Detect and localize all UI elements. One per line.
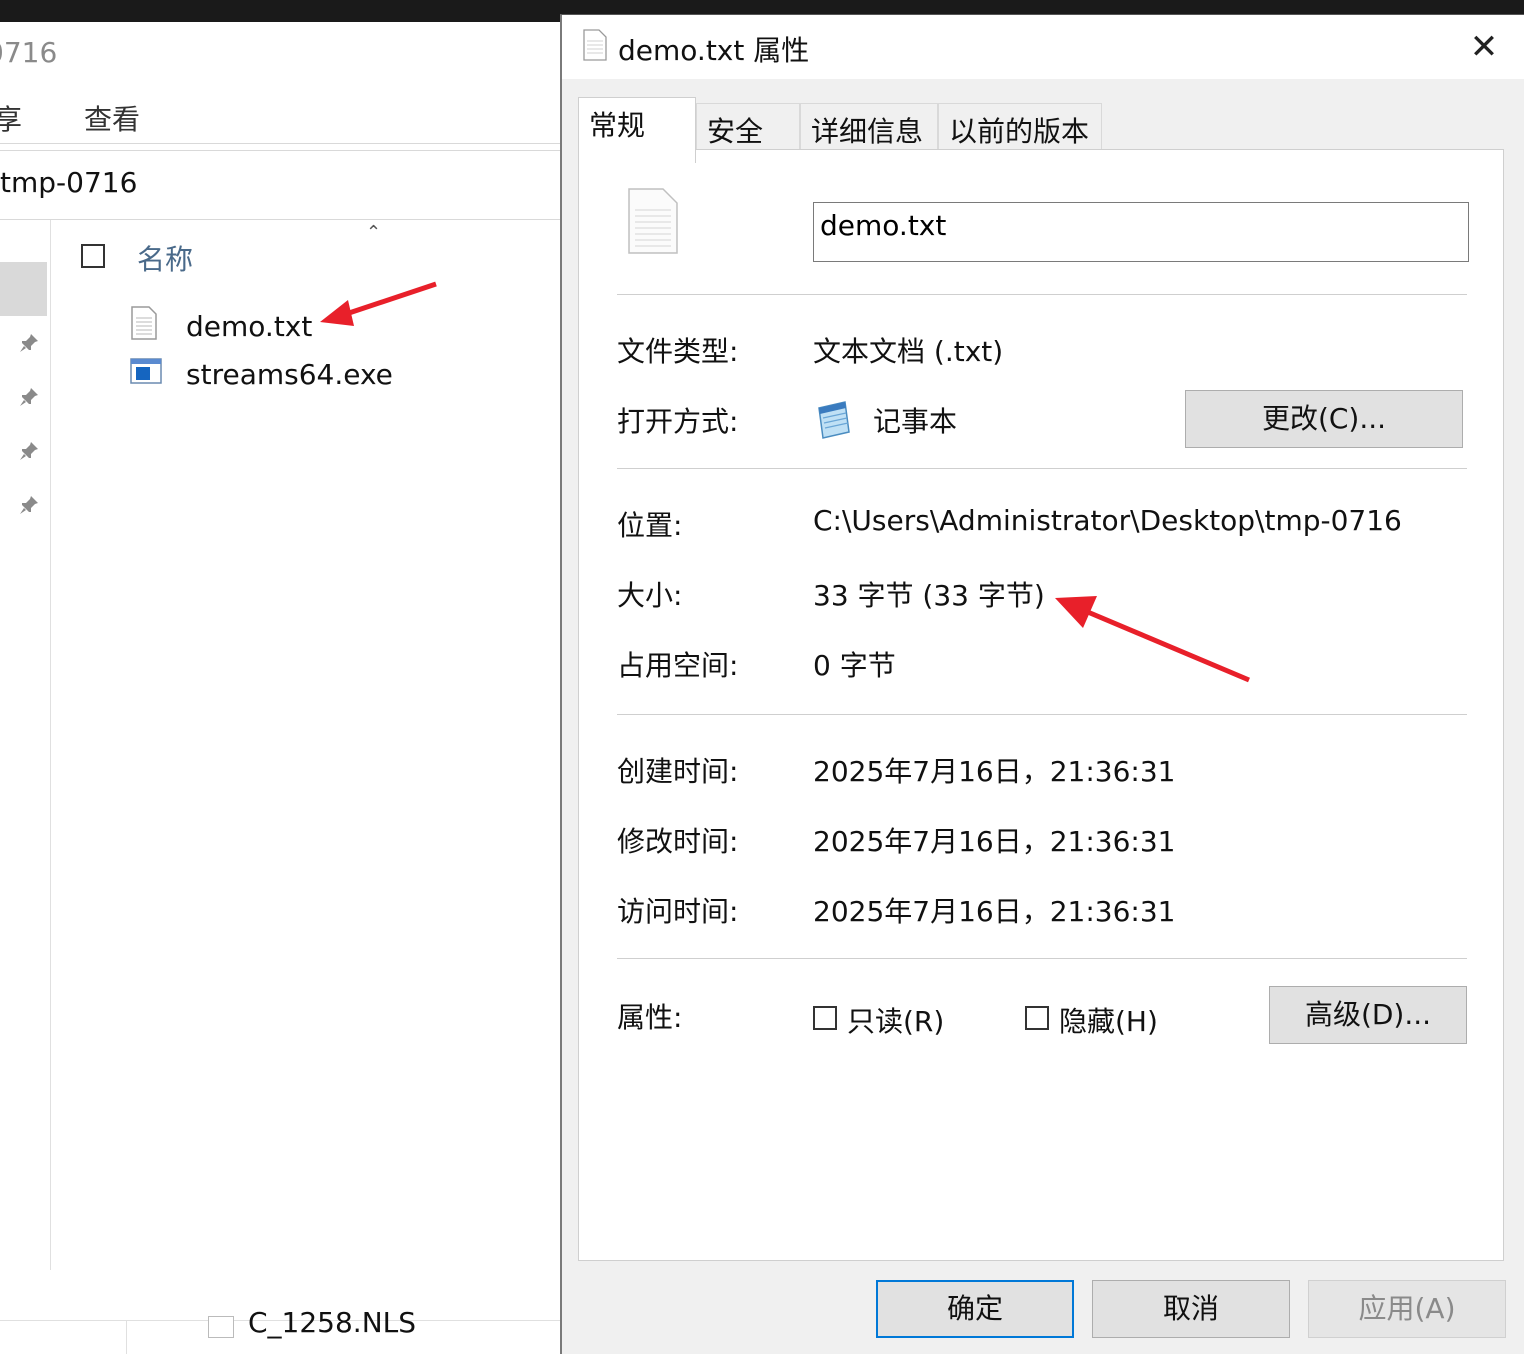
explorer-window: 0716 享 查看 tmp-0716 名称 ⌃ demo.txt streams… — [0, 0, 562, 1354]
accessed-value: 2025年7月16日，21:36:31 — [813, 895, 1176, 928]
hidden-label[interactable]: 隐藏(H) — [1059, 1000, 1158, 1040]
properties-dialog: demo.txt 属性 ✕ 常规 安全 详细信息 以前的版本 demo.txt … — [560, 14, 1524, 1354]
created-label: 创建时间: — [617, 755, 739, 788]
text-file-icon — [582, 29, 608, 65]
annotation-arrow — [320, 281, 437, 326]
modified-value: 2025年7月16日，21:36:31 — [813, 825, 1176, 858]
file-name[interactable]: C_1258.NLS — [248, 1306, 416, 1339]
nav-pane-divider[interactable] — [50, 220, 51, 1270]
tab-details[interactable]: 详细信息 — [800, 103, 938, 155]
general-tab-panel: demo.txt 文件类型: 文本文档 (.txt) 打开方式: 记事本 更改(… — [578, 149, 1504, 1261]
size-on-disk-value: 0 字节 — [813, 649, 896, 682]
readonly-label[interactable]: 只读(R) — [847, 1000, 944, 1040]
explorer-title: 0716 — [0, 36, 58, 69]
separator — [617, 468, 1467, 469]
size-value: 33 字节 (33 字节) — [813, 579, 1045, 612]
size-on-disk-label: 占用空间: — [617, 649, 739, 682]
change-button[interactable]: 更改(C)... — [1185, 390, 1463, 448]
file-type-value: 文本文档 (.txt) — [813, 335, 1004, 368]
file-name: streams64.exe — [186, 357, 393, 391]
file-row-streams64-exe[interactable]: streams64.exe — [130, 354, 393, 394]
ok-button[interactable]: 确定 — [876, 1280, 1074, 1338]
location-label: 位置: — [617, 509, 683, 542]
location-value: C:\Users\Administrator\Desktop\tmp-0716 — [813, 504, 1402, 537]
hidden-checkbox[interactable] — [1025, 1006, 1049, 1030]
sort-ascending-icon: ⌃ — [366, 222, 382, 243]
filename-input[interactable]: demo.txt — [813, 202, 1469, 262]
apply-button[interactable]: 应用(A) — [1308, 1280, 1506, 1338]
annotation-arrow — [1055, 596, 1250, 683]
exe-file-icon — [130, 357, 162, 391]
column-header-name[interactable]: 名称 — [137, 238, 193, 278]
cancel-button[interactable]: 取消 — [1092, 1280, 1290, 1338]
file-row-demo-txt[interactable]: demo.txt — [130, 305, 313, 347]
created-value: 2025年7月16日，21:36:31 — [813, 755, 1176, 788]
nav-pane-selected-item[interactable] — [0, 262, 47, 316]
opens-with-label: 打开方式: — [617, 405, 739, 438]
notepad-icon — [813, 398, 855, 444]
opens-with-value: 记事本 — [873, 405, 958, 438]
tab-security[interactable]: 安全 — [696, 103, 800, 155]
pin-icon[interactable] — [18, 386, 40, 408]
separator — [617, 714, 1467, 715]
address-divider — [0, 219, 562, 220]
tab-previous-versions[interactable]: 以前的版本 — [938, 103, 1102, 155]
file-icon — [208, 1316, 234, 1338]
column-divider — [126, 1320, 127, 1354]
pin-icon[interactable] — [18, 332, 40, 354]
readonly-checkbox[interactable] — [813, 1006, 837, 1030]
ribbon-divider-2 — [0, 150, 562, 151]
text-file-large-icon — [627, 188, 679, 258]
ribbon-tab-view[interactable]: 查看 — [84, 98, 140, 138]
separator — [617, 958, 1467, 959]
file-type-label: 文件类型: — [617, 335, 739, 368]
pin-icon[interactable] — [18, 494, 40, 516]
text-file-icon — [130, 305, 158, 347]
separator — [617, 294, 1467, 295]
dialog-titlebar[interactable]: demo.txt 属性 ✕ — [562, 15, 1524, 79]
close-icon[interactable]: ✕ — [1462, 25, 1506, 69]
advanced-button[interactable]: 高级(D)... — [1269, 986, 1467, 1044]
select-all-checkbox[interactable] — [81, 244, 105, 268]
ribbon-tab-share[interactable]: 享 — [0, 98, 22, 138]
address-bar[interactable]: tmp-0716 — [0, 166, 137, 199]
file-name: demo.txt — [186, 309, 313, 343]
dialog-title: demo.txt 属性 — [618, 34, 810, 67]
accessed-label: 访问时间: — [617, 895, 739, 928]
tab-general[interactable]: 常规 — [578, 97, 696, 163]
attributes-label: 属性: — [617, 1001, 683, 1034]
modified-label: 修改时间: — [617, 825, 739, 858]
size-label: 大小: — [617, 579, 683, 612]
pin-icon[interactable] — [18, 440, 40, 462]
ribbon-divider — [0, 143, 562, 144]
